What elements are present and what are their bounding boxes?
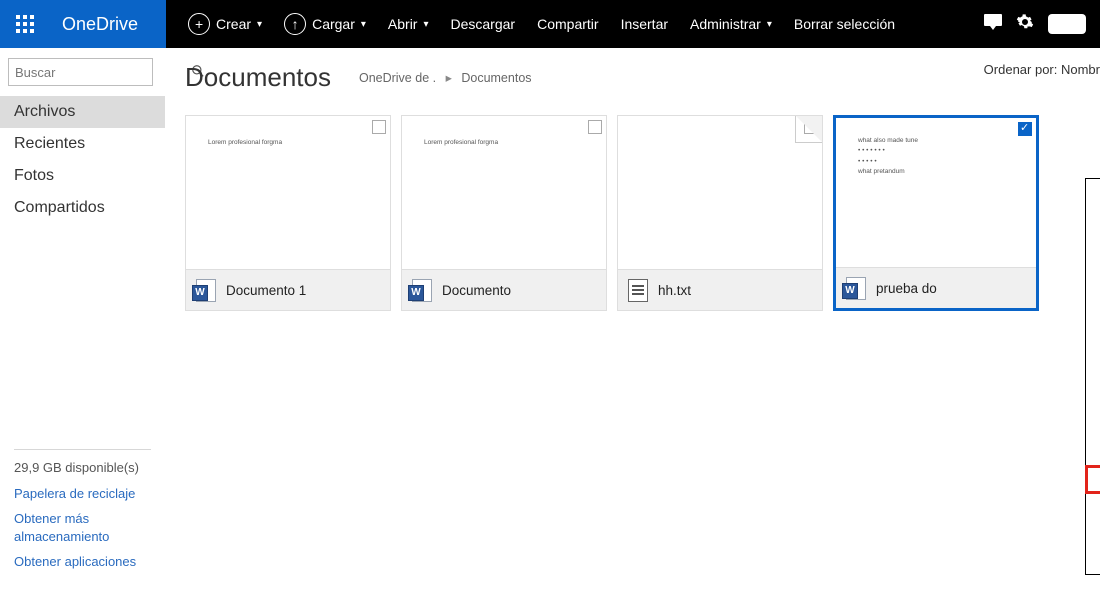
storage-available: 29,9 GB disponible(s)	[14, 460, 151, 475]
borrar-label: Borrar selección	[794, 16, 895, 32]
sidebar-footer: 29,9 GB disponible(s) Papelera de recicl…	[0, 439, 165, 589]
command-bar-right	[984, 13, 1100, 36]
insertar-button[interactable]: Insertar	[621, 16, 668, 32]
file-name: prueba do	[876, 281, 937, 296]
chevron-down-icon: ▾	[257, 19, 262, 30]
insertar-label: Insertar	[621, 16, 668, 32]
link-obtener-mas[interactable]: Obtener más almacenamiento	[14, 510, 151, 545]
file-tile[interactable]: hh.txt	[617, 115, 823, 311]
descargar-label: Descargar	[451, 16, 516, 32]
nav-compartidos[interactable]: Compartidos	[0, 192, 165, 224]
word-icon	[196, 278, 216, 302]
file-tile[interactable]: Lorem profesional forgma Documento 1	[185, 115, 391, 311]
ctx-descargar[interactable]: Descargar	[1086, 260, 1100, 287]
compartir-button[interactable]: Compartir	[537, 16, 598, 32]
gear-icon[interactable]	[1016, 13, 1034, 36]
ctx-abrir-word[interactable]: Abrir en Word	[1086, 189, 1100, 216]
app-launcher-button[interactable]	[0, 0, 50, 48]
main-content: Documentos OneDrive de . ▸ Documentos Or…	[165, 48, 1100, 589]
brand-label: OneDrive	[50, 0, 166, 48]
ctx-propiedades[interactable]: Propiedades	[1086, 493, 1100, 520]
command-bar: OneDrive + Crear ▾ ↑ Cargar ▾ Abrir ▾ De…	[0, 0, 1100, 48]
dog-ear-icon	[796, 116, 822, 142]
administrar-label: Administrar	[690, 16, 761, 32]
cargar-button[interactable]: ↑ Cargar ▾	[284, 13, 366, 35]
link-papelera[interactable]: Papelera de reciclaje	[14, 485, 151, 503]
ctx-abrir-word-online[interactable]: Abrir en Word Online	[1086, 216, 1100, 243]
ctx-mover-a[interactable]: Mover a	[1086, 412, 1100, 439]
file-name: hh.txt	[658, 283, 691, 298]
doc-preview-text: what also made tune• • • • • • •• • • • …	[858, 136, 918, 178]
abrir-label: Abrir	[388, 16, 418, 32]
file-footer: Documento	[402, 270, 606, 310]
context-menu: Abrir en Word Abrir en Word Online Desca…	[1085, 178, 1100, 575]
breadcrumb: OneDrive de . ▸ Documentos	[359, 70, 532, 85]
ctx-eliminar[interactable]: Eliminar	[1086, 385, 1100, 412]
ctx-historial-versiones[interactable]: Historial de versiones	[1086, 466, 1100, 493]
ctx-cambiar-nombre[interactable]: Cambiar nombre	[1086, 358, 1100, 385]
chevron-down-icon: ▾	[361, 19, 366, 30]
ctx-insertar[interactable]: Insertar	[1086, 314, 1100, 341]
cargar-label: Cargar	[312, 16, 355, 32]
page-title: Documentos	[185, 62, 331, 93]
doc-preview-text: Lorem profesional forgma	[208, 138, 282, 148]
nav-recientes[interactable]: Recientes	[0, 128, 165, 160]
administrar-button[interactable]: Administrar ▾	[690, 16, 772, 32]
chevron-down-icon: ▾	[423, 19, 428, 30]
file-tile-selected[interactable]: what also made tune• • • • • • •• • • • …	[833, 115, 1039, 311]
select-checkbox[interactable]	[372, 120, 386, 134]
waffle-icon	[16, 15, 34, 33]
crumb-current: Documentos	[461, 71, 531, 85]
crumb-sep: ▸	[446, 71, 452, 85]
content-header: Documentos OneDrive de . ▸ Documentos	[185, 62, 1100, 93]
file-preview: what also made tune• • • • • • •• • • • …	[836, 118, 1036, 268]
crear-button[interactable]: + Crear ▾	[188, 13, 262, 35]
file-footer: Documento 1	[186, 270, 390, 310]
file-name: Documento	[442, 283, 511, 298]
text-file-icon	[628, 278, 648, 302]
select-checkbox[interactable]	[588, 120, 602, 134]
crumb-root[interactable]: OneDrive de .	[359, 71, 436, 85]
abrir-button[interactable]: Abrir ▾	[388, 16, 429, 32]
file-preview: Lorem profesional forgma	[186, 116, 390, 270]
account-badge[interactable]	[1048, 14, 1086, 34]
file-footer: hh.txt	[618, 270, 822, 310]
file-preview: Lorem profesional forgma	[402, 116, 606, 270]
chevron-down-icon: ▾	[767, 19, 772, 30]
nav-list: Archivos Recientes Fotos Compartidos	[0, 96, 165, 224]
upload-icon: ↑	[284, 13, 306, 35]
file-grid: Lorem profesional forgma Documento 1 Lor…	[185, 115, 1100, 311]
nav-archivos[interactable]: Archivos	[0, 96, 165, 128]
file-name: Documento 1	[226, 283, 306, 298]
layout: Archivos Recientes Fotos Compartidos 29,…	[0, 48, 1100, 589]
word-icon	[412, 278, 432, 302]
descargar-button[interactable]: Descargar	[451, 16, 516, 32]
select-checkbox[interactable]	[1018, 122, 1032, 136]
file-preview	[618, 116, 822, 270]
plus-icon: +	[188, 13, 210, 35]
command-list: + Crear ▾ ↑ Cargar ▾ Abrir ▾ Descargar C…	[166, 13, 984, 35]
sort-by-button[interactable]: Ordenar por: Nombr	[984, 62, 1100, 77]
doc-preview-text: Lorem profesional forgma	[424, 138, 498, 148]
compartir-label: Compartir	[537, 16, 598, 32]
messages-icon[interactable]	[984, 14, 1002, 35]
nav-fotos[interactable]: Fotos	[0, 160, 165, 192]
ctx-compartir[interactable]: Compartir	[1086, 287, 1100, 314]
file-tile[interactable]: Lorem profesional forgma Documento	[401, 115, 607, 311]
sidebar: Archivos Recientes Fotos Compartidos 29,…	[0, 48, 165, 589]
search-box[interactable]	[8, 58, 153, 86]
file-footer: prueba do	[836, 268, 1036, 308]
word-icon	[846, 276, 866, 300]
ctx-borrar-seleccion[interactable]: Borrar selección	[1086, 537, 1100, 564]
link-obtener-apps[interactable]: Obtener aplicaciones	[14, 553, 151, 571]
crear-label: Crear	[216, 16, 251, 32]
borrar-seleccion-button[interactable]: Borrar selección	[794, 16, 895, 32]
ctx-copiar-en[interactable]: Copiar en	[1086, 439, 1100, 466]
